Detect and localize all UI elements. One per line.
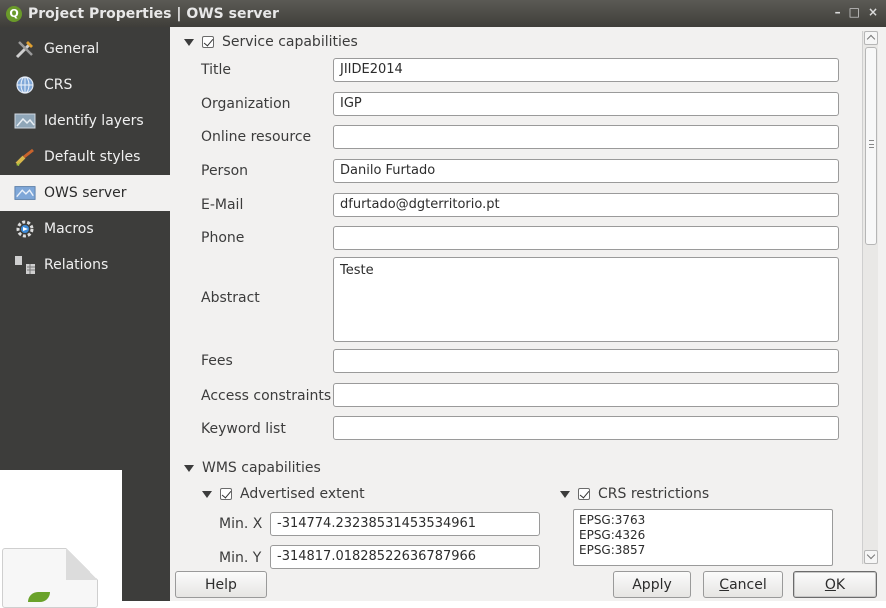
wms-capabilities-group[interactable]: WMS capabilities xyxy=(184,460,321,476)
online-resource-label: Online resource xyxy=(201,129,312,145)
abstract-label: Abstract xyxy=(201,290,260,306)
relations-icon xyxy=(14,254,36,276)
cancel-mnemonic: C xyxy=(719,576,730,593)
grip-icon xyxy=(869,140,874,148)
minimize-button[interactable]: – xyxy=(835,5,841,19)
sidebar-item-ows-server[interactable]: OWS server xyxy=(0,175,170,211)
list-item[interactable]: EPSG:3763 xyxy=(579,513,827,528)
person-label: Person xyxy=(201,163,249,179)
advertised-extent-checkbox[interactable] xyxy=(220,488,232,500)
collapse-arrow-icon[interactable] xyxy=(184,38,194,46)
crs-restrictions-checkbox[interactable] xyxy=(578,488,590,500)
sidebar-item-identify-layers[interactable]: Identify layers xyxy=(0,103,170,139)
min-x-field[interactable]: -314774.23238531453534961 xyxy=(270,512,540,536)
person-field[interactable]: Danilo Furtado xyxy=(333,159,839,183)
sidebar-item-default-styles[interactable]: Default styles xyxy=(0,139,170,175)
sidebar-item-label: General xyxy=(44,41,100,57)
window-controls: – □ × xyxy=(835,5,878,19)
sidebar-item-label: Macros xyxy=(44,221,94,237)
scroll-up-arrow-icon[interactable] xyxy=(864,31,878,45)
sidebar-item-label: Default styles xyxy=(44,149,141,165)
tools-icon xyxy=(14,38,36,60)
qgis-logo-icon: Q xyxy=(6,5,22,22)
identify-icon xyxy=(14,110,36,132)
file-fold xyxy=(66,548,98,580)
sidebar-item-label: Relations xyxy=(44,257,109,273)
desktop-file-icon xyxy=(0,470,122,608)
ows-icon xyxy=(14,182,36,204)
service-capabilities-group[interactable]: Service capabilities xyxy=(184,34,358,50)
wms-capabilities-heading: WMS capabilities xyxy=(202,460,321,476)
maximize-button[interactable]: □ xyxy=(849,5,860,19)
min-y-field[interactable]: -314817.01828522636787966 xyxy=(270,545,540,569)
sidebar-item-crs[interactable]: CRS xyxy=(0,67,170,103)
sidebar-item-relations[interactable]: Relations xyxy=(0,247,170,283)
title-bar[interactable]: Q Project Properties | OWS server – □ × xyxy=(0,0,886,27)
min-y-label: Min. Y xyxy=(219,550,262,566)
sidebar-item-macros[interactable]: Macros xyxy=(0,211,170,247)
window-title: Project Properties | OWS server xyxy=(28,5,279,22)
cancel-label-rest: ancel xyxy=(729,576,767,593)
brush-icon xyxy=(14,146,36,168)
organization-label: Organization xyxy=(201,96,291,112)
cancel-button[interactable]: Cancel xyxy=(703,571,783,598)
close-button[interactable]: × xyxy=(868,5,878,19)
access-constraints-field[interactable] xyxy=(333,383,839,407)
keyword-list-label: Keyword list xyxy=(201,421,286,437)
title-field[interactable]: JIIDE2014 xyxy=(333,58,839,82)
service-capabilities-checkbox[interactable] xyxy=(202,36,214,48)
list-item[interactable]: EPSG:4326 xyxy=(579,528,827,543)
collapse-arrow-icon[interactable] xyxy=(184,464,194,472)
phone-field[interactable] xyxy=(333,226,839,250)
abstract-textarea[interactable]: Teste xyxy=(333,257,839,342)
organization-field[interactable]: IGP xyxy=(333,92,839,116)
keyword-list-field[interactable] xyxy=(333,416,839,440)
vertical-scrollbar[interactable] xyxy=(862,31,878,564)
crs-restrictions-list[interactable]: EPSG:3763 EPSG:4326 EPSG:3857 xyxy=(573,509,833,566)
fees-label: Fees xyxy=(201,353,233,369)
sidebar-item-label: OWS server xyxy=(44,185,127,201)
advertised-extent-heading: Advertised extent xyxy=(240,486,365,502)
sidebar-item-label: CRS xyxy=(44,77,73,93)
crs-restrictions-heading: CRS restrictions xyxy=(598,486,710,502)
online-resource-field[interactable] xyxy=(333,125,839,149)
scroll-thumb[interactable] xyxy=(865,47,877,245)
apply-button[interactable]: Apply xyxy=(613,571,691,598)
fees-field[interactable] xyxy=(333,349,839,373)
gear-icon xyxy=(14,218,36,240)
sidebar-item-label: Identify layers xyxy=(44,113,144,129)
list-item[interactable]: EPSG:3857 xyxy=(579,543,827,558)
email-label: E-Mail xyxy=(201,197,244,213)
ok-label-rest: K xyxy=(835,576,846,593)
scroll-down-arrow-icon[interactable] xyxy=(864,550,878,564)
globe-icon xyxy=(14,74,36,96)
ok-mnemonic: O xyxy=(824,576,836,593)
phone-label: Phone xyxy=(201,230,245,246)
sidebar-item-general[interactable]: General xyxy=(0,31,170,67)
service-capabilities-heading: Service capabilities xyxy=(222,34,358,50)
title-label: Title xyxy=(201,62,232,78)
advertised-extent-group[interactable]: Advertised extent xyxy=(202,486,365,502)
crs-restrictions-group[interactable]: CRS restrictions xyxy=(560,486,709,502)
access-constraints-label: Access constraints xyxy=(201,388,332,404)
project-properties-window: Q Project Properties | OWS server – □ × … xyxy=(0,0,886,608)
help-button[interactable]: Help xyxy=(175,571,267,598)
email-field[interactable]: dfurtado@dgterritorio.pt xyxy=(333,193,839,217)
collapse-arrow-icon[interactable] xyxy=(202,490,212,498)
ok-button[interactable]: OK xyxy=(793,571,877,598)
collapse-arrow-icon[interactable] xyxy=(560,490,570,498)
min-x-label: Min. X xyxy=(219,516,263,532)
